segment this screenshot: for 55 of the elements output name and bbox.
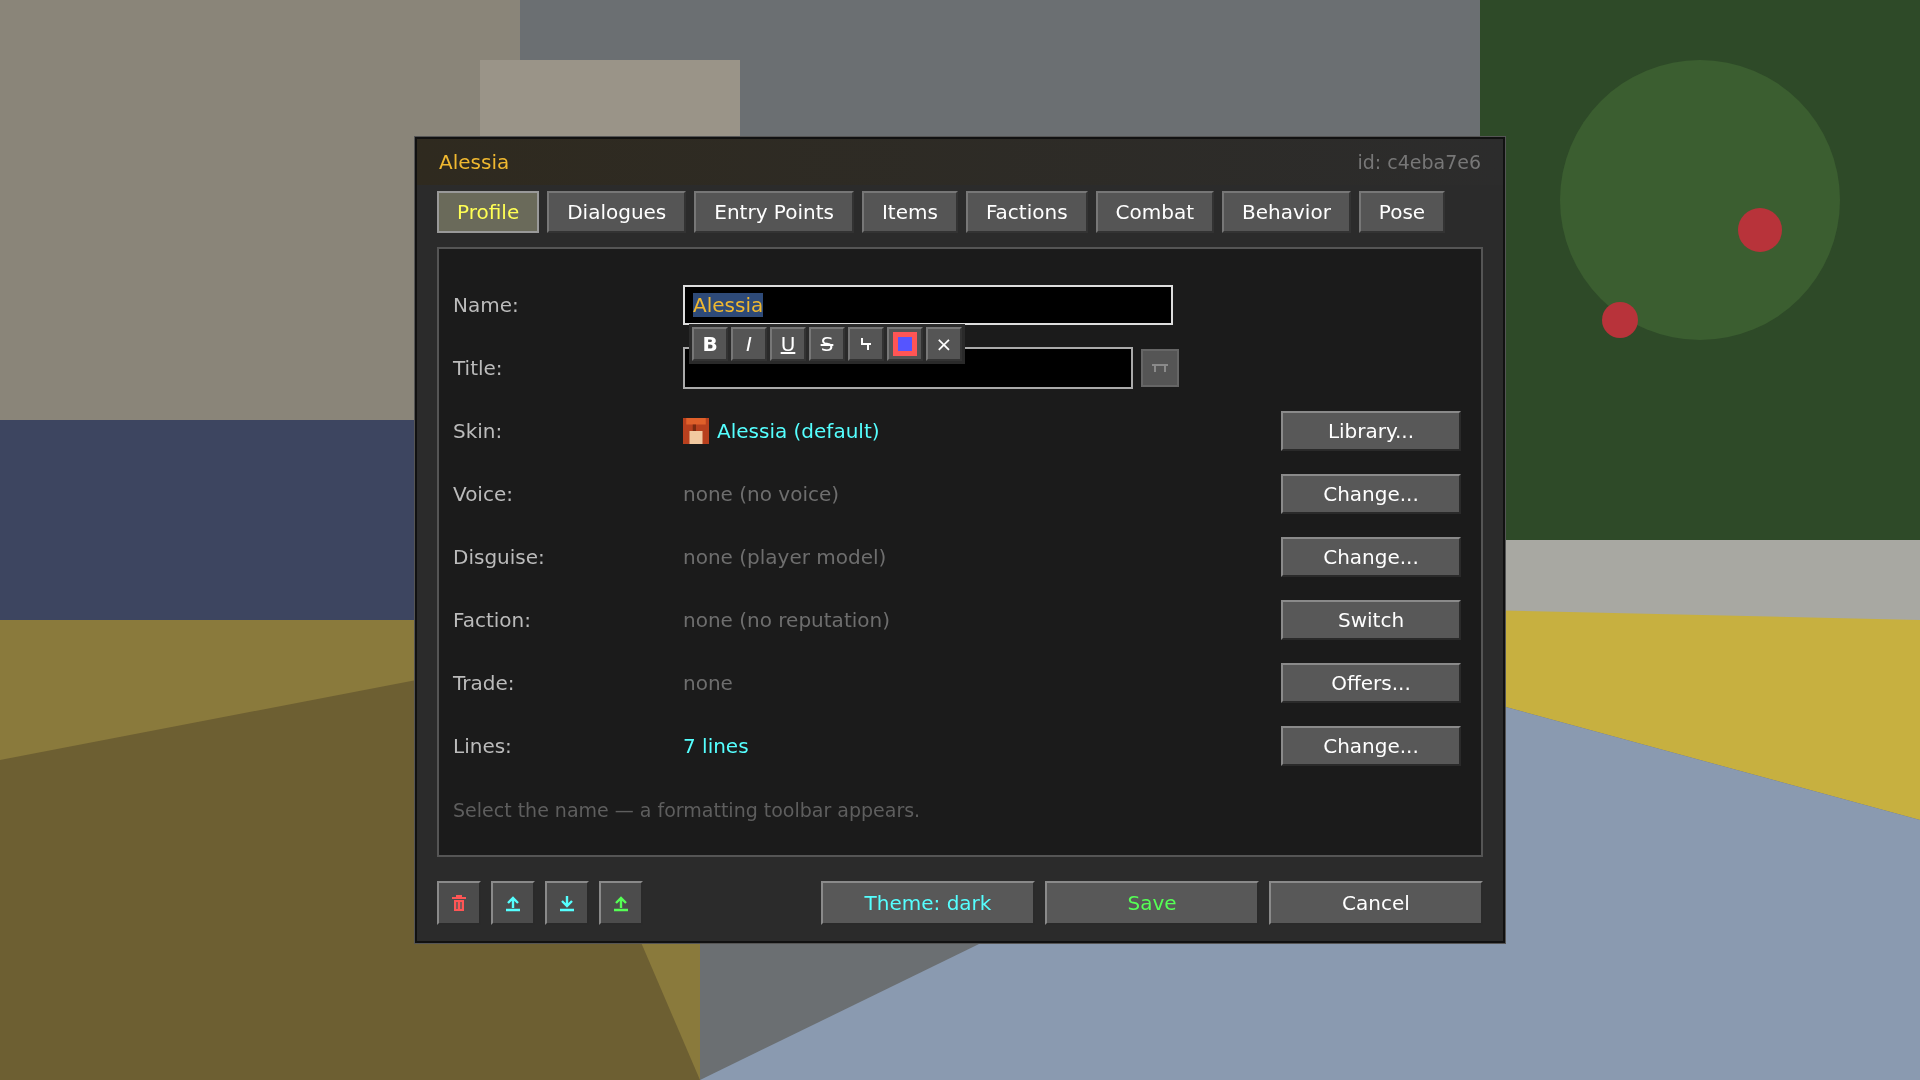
name-field[interactable]: Alessia — [683, 284, 1173, 325]
download-icon — [558, 894, 576, 912]
delete-button[interactable] — [437, 881, 481, 925]
format-button[interactable]: I — [731, 327, 767, 361]
import-button[interactable] — [545, 881, 589, 925]
action-button[interactable]: Offers... — [1281, 662, 1461, 703]
tab[interactable]: Factions — [965, 191, 1088, 233]
field-value: 7 lines — [683, 733, 749, 758]
field-label: Faction: — [453, 607, 532, 632]
dialog-title: Alessia — [439, 150, 510, 174]
action-button[interactable]: Library... — [1281, 410, 1461, 451]
action-button[interactable]: Change... — [1281, 725, 1461, 766]
format-button[interactable]: B — [692, 327, 728, 361]
obfuscate-button[interactable] — [848, 327, 884, 361]
trash-icon — [451, 894, 467, 912]
cancel-button[interactable]: Cancel — [1269, 881, 1483, 925]
tab[interactable]: Pose — [1358, 191, 1446, 233]
tab[interactable]: Entry Points — [694, 191, 854, 233]
upload-icon — [612, 894, 630, 912]
save-button[interactable]: Save — [1045, 881, 1259, 925]
field-value: Alessia (default) — [717, 418, 880, 443]
name-value: Alessia — [693, 292, 764, 317]
entity-id: id: c4eba7e6 — [1357, 151, 1481, 173]
format-button[interactable]: U — [770, 327, 806, 361]
format-button[interactable]: S — [809, 327, 845, 361]
field-label: Trade: — [453, 670, 516, 695]
action-button[interactable]: Switch — [1281, 599, 1461, 640]
field-value: none (player model) — [683, 544, 887, 569]
upload-button[interactable] — [599, 881, 643, 925]
expand-button[interactable] — [1141, 348, 1179, 387]
field-value: none — [683, 670, 733, 695]
hint-text: Select the name — a formatting toolbar appears. — [453, 799, 922, 821]
color-button[interactable] — [887, 327, 923, 361]
tab[interactable]: Items — [861, 191, 958, 233]
tab[interactable]: Combat — [1095, 191, 1215, 233]
field-label: Disguise: — [453, 544, 546, 569]
field-value: none (no voice) — [683, 481, 840, 506]
field-label: Name: — [453, 292, 520, 317]
skin-head-icon — [683, 417, 709, 444]
tab[interactable]: Behavior — [1222, 191, 1351, 233]
field-label: Title: — [453, 355, 504, 380]
tab[interactable]: Profile — [437, 191, 540, 233]
format-button[interactable]: × — [926, 327, 962, 361]
field-label: Voice: — [453, 481, 514, 506]
field-value: none (no reputation) — [683, 607, 890, 632]
fork-icon — [1151, 362, 1169, 373]
field-label: Lines: — [453, 733, 513, 758]
theme-button[interactable]: Theme: dark — [821, 881, 1035, 925]
upload-icon — [504, 894, 522, 912]
tab[interactable]: Dialogues — [547, 191, 687, 233]
field-label: Skin: — [453, 418, 504, 443]
export-button[interactable] — [491, 881, 535, 925]
zigzag-icon — [860, 337, 872, 351]
action-button[interactable]: Change... — [1281, 473, 1461, 514]
action-button[interactable]: Change... — [1281, 536, 1461, 577]
